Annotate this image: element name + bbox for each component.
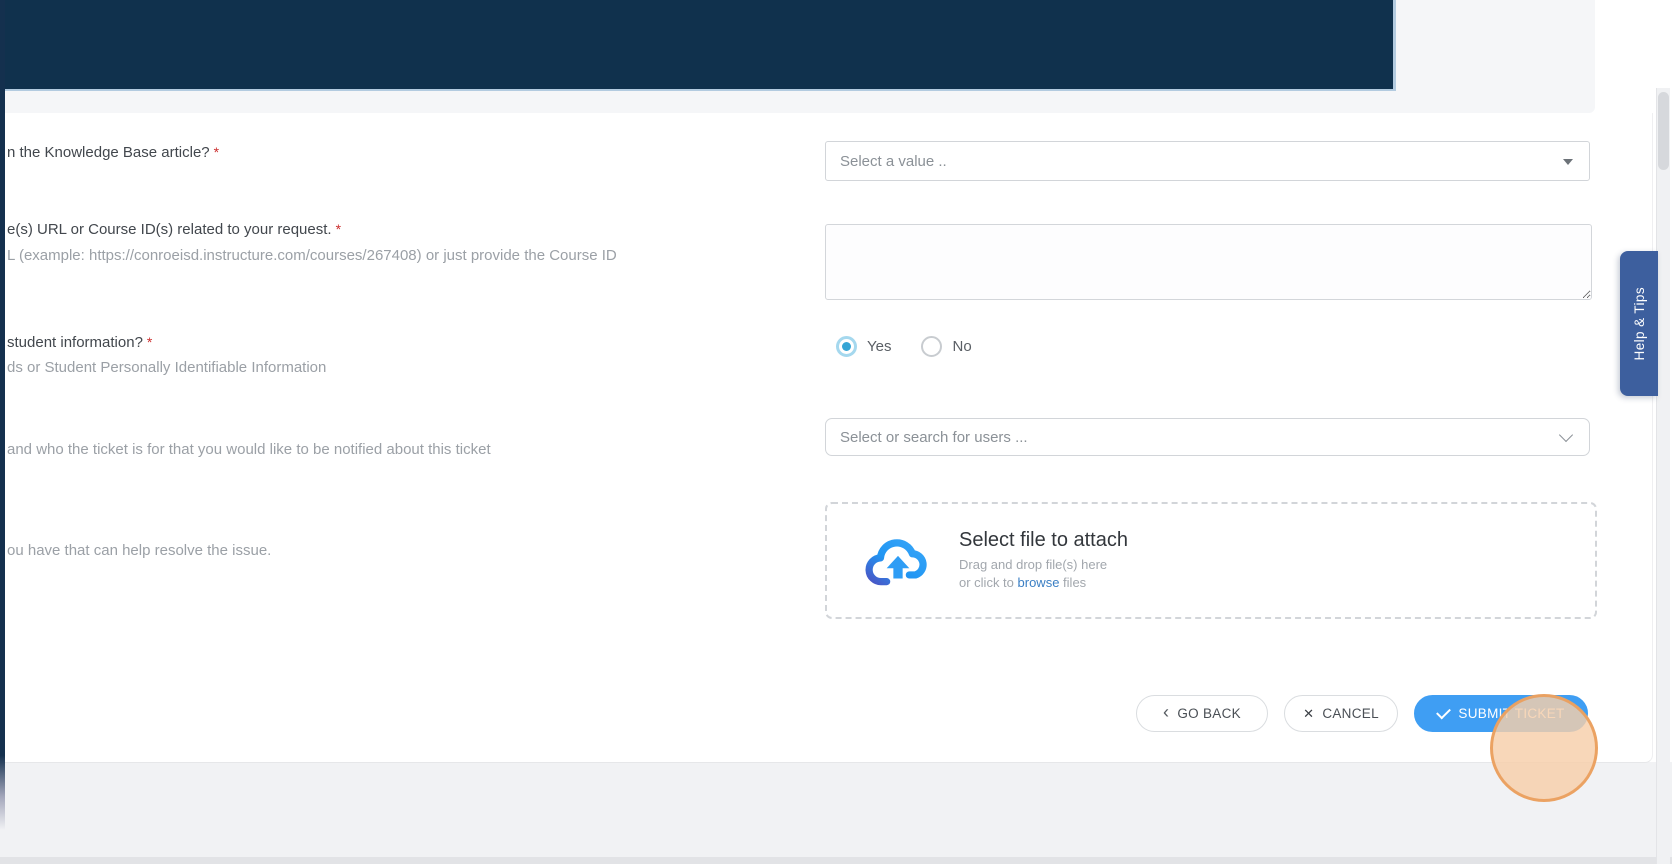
notify-users-select[interactable]: Select or search for users ... — [825, 418, 1590, 456]
student-info-helper: ds or Student Personally Identifiable In… — [7, 359, 326, 376]
radio-option-yes[interactable]: Yes — [836, 336, 891, 357]
back-chevron-icon: ‹ — [1163, 703, 1169, 721]
radio-no-label: No — [952, 338, 971, 355]
scrollbar-thumb[interactable] — [1658, 92, 1669, 170]
footer-background — [0, 762, 1672, 864]
notify-users-select-placeholder: Select or search for users ... — [826, 429, 1028, 446]
radio-option-no[interactable]: No — [921, 336, 971, 357]
student-info-radio-group: Yes No — [836, 336, 972, 357]
check-icon — [1436, 704, 1451, 719]
ticket-form-screen: Help & Tips n the Knowledge Base article… — [0, 0, 1672, 864]
dropzone-line2: or click to browse files — [959, 574, 1128, 592]
question-course-url: e(s) URL or Course ID(s) related to your… — [7, 221, 341, 238]
form-header-banner — [0, 0, 1396, 91]
dropzone-title: Select file to attach — [959, 529, 1128, 552]
course-url-helper: L (example: https://conroeisd.instructur… — [7, 247, 617, 264]
x-icon: ✕ — [1303, 706, 1314, 722]
radio-selected-icon[interactable] — [836, 336, 857, 357]
question-student-info: student information?* — [7, 334, 152, 351]
dropzone-subtext: Drag and drop file(s) here or click to b… — [959, 556, 1128, 592]
notify-users-helper: and who the ticket is for that you would… — [7, 441, 491, 458]
caret-down-icon — [1563, 159, 1573, 165]
go-back-label: GO BACK — [1177, 706, 1241, 721]
knowledge-base-select-placeholder: Select a value .. — [826, 153, 947, 170]
chevron-down-icon — [1559, 428, 1573, 442]
question-knowledge-base: n the Knowledge Base article?* — [7, 144, 219, 161]
course-url-textarea[interactable] — [825, 224, 1592, 300]
left-edge-strip — [0, 0, 5, 830]
cancel-label: CANCEL — [1322, 706, 1379, 721]
cloud-upload-icon — [865, 531, 931, 591]
radio-yes-label: Yes — [867, 338, 891, 355]
scrollbar-track[interactable] — [1656, 88, 1670, 864]
click-highlight-ring — [1490, 694, 1598, 802]
attachments-helper: ou have that can help resolve the issue. — [7, 542, 271, 559]
knowledge-base-select[interactable]: Select a value .. — [825, 141, 1590, 181]
radio-unselected-icon[interactable] — [921, 336, 942, 357]
footer-edge-line — [0, 857, 1672, 864]
help-tips-tab[interactable]: Help & Tips — [1620, 251, 1658, 396]
cancel-button[interactable]: ✕ CANCEL — [1284, 695, 1398, 732]
required-asterisk: * — [336, 221, 341, 237]
browse-files-link[interactable]: browse — [1018, 575, 1060, 590]
required-asterisk: * — [214, 144, 219, 160]
go-back-button[interactable]: ‹ GO BACK — [1136, 695, 1268, 732]
dropzone-texts: Select file to attach Drag and drop file… — [959, 529, 1128, 592]
required-asterisk: * — [147, 334, 152, 350]
dropzone-line1: Drag and drop file(s) here — [959, 556, 1128, 574]
help-tips-label: Help & Tips — [1632, 287, 1647, 360]
file-dropzone[interactable]: Select file to attach Drag and drop file… — [825, 502, 1597, 619]
